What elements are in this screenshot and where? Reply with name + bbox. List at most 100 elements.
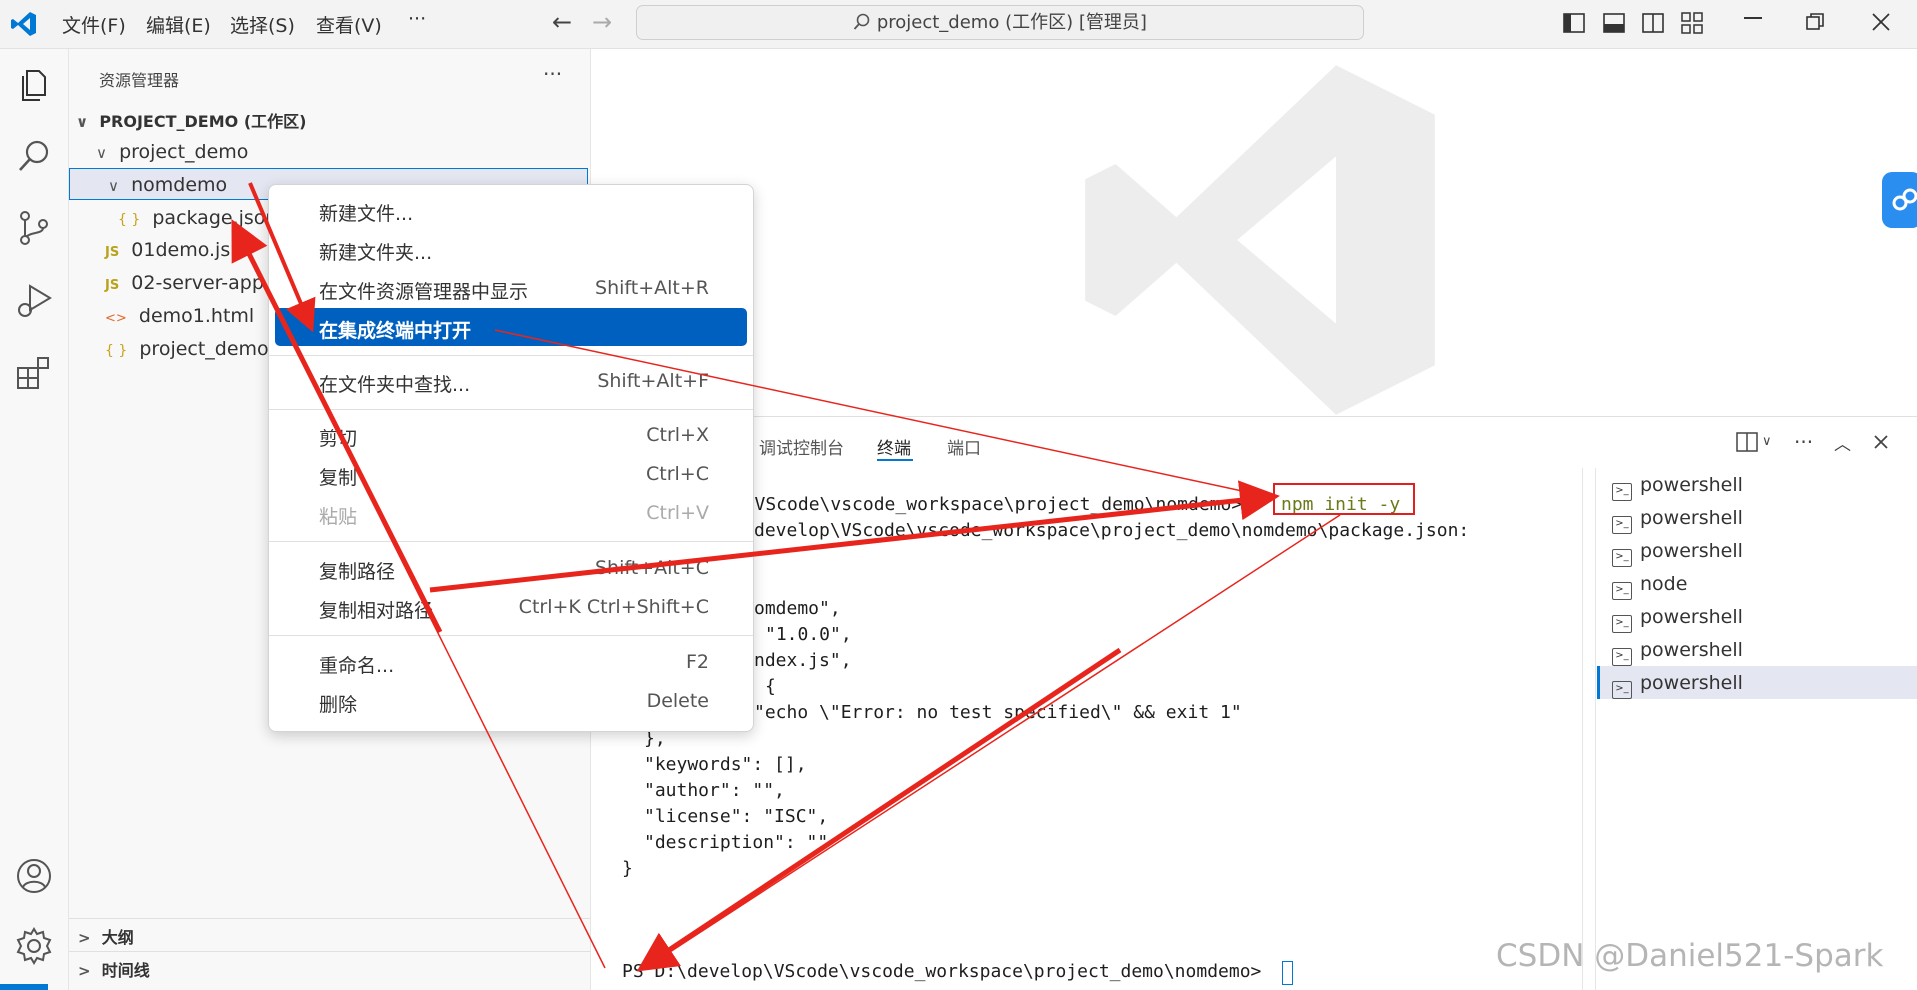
back-arrow-icon[interactable]: ← bbox=[552, 8, 572, 36]
chevron-down-icon: ∨ bbox=[108, 177, 119, 195]
status-bar-remote[interactable] bbox=[0, 984, 48, 990]
divider bbox=[69, 951, 590, 952]
menu-item-rename[interactable]: 重命名... F2 bbox=[275, 643, 747, 681]
chevron-down-icon: ∨ bbox=[96, 144, 107, 162]
window-title: project_demo (工作区) [管理员] bbox=[876, 12, 1147, 33]
menu-item-new-folder[interactable]: 新建文件夹... bbox=[275, 230, 747, 268]
menu-item-copy-relative-path[interactable]: 复制相对路径 Ctrl+K Ctrl+Shift+C bbox=[275, 588, 747, 626]
workspace-root[interactable]: ∨ PROJECT_DEMO (工作区) bbox=[76, 108, 306, 132]
terminal-line: } bbox=[622, 858, 633, 879]
terminal-line: { bbox=[765, 676, 776, 697]
divider bbox=[69, 918, 590, 919]
js-file-icon: JS bbox=[105, 245, 120, 260]
terminal-icon: >_ bbox=[1612, 681, 1632, 699]
settings-gear-icon[interactable] bbox=[12, 924, 56, 968]
context-menu: 新建文件... 新建文件夹... 在文件资源管理器中显示 Shift+Alt+R … bbox=[268, 184, 754, 732]
menu-item-cut[interactable]: 剪切 Ctrl+X bbox=[275, 416, 747, 454]
menu-item-delete[interactable]: 删除 Delete bbox=[275, 682, 747, 720]
file-demo1-html[interactable]: <> demo1.html bbox=[105, 305, 254, 327]
file-package-json[interactable]: { } package.json bbox=[118, 207, 277, 229]
timeline-section[interactable]: > 时间线 bbox=[78, 957, 150, 981]
file-project-demo-workspace[interactable]: { } project_demo.code-workspace bbox=[105, 338, 269, 360]
search-icon bbox=[853, 13, 870, 30]
menu-view[interactable]: 查看(V) bbox=[316, 11, 382, 38]
terminal-line: "echo \"Error: no test specified\" && ex… bbox=[754, 702, 1242, 723]
activity-bar bbox=[0, 49, 69, 990]
toggle-panel-icon[interactable] bbox=[1603, 13, 1625, 33]
terminal-list-item[interactable]: >_ powershell bbox=[1612, 606, 1743, 633]
menu-edit[interactable]: 编辑(E) bbox=[146, 11, 211, 38]
terminal-line: develop\VScode\vscode_workspace\project_… bbox=[754, 520, 1470, 541]
watermark-text: CSDN @Daniel521-Spark bbox=[1496, 938, 1884, 974]
terminal-line: "1.0.0", bbox=[765, 624, 852, 645]
terminal-line: "keywords": [], bbox=[644, 754, 807, 775]
menu-item-open-in-terminal[interactable]: 在集成终端中打开 bbox=[275, 308, 747, 346]
folder-project-demo[interactable]: ∨ project_demo bbox=[96, 141, 248, 163]
search-activity-icon[interactable] bbox=[12, 134, 56, 178]
customize-layout-icon[interactable] bbox=[1681, 12, 1703, 34]
terminal-list-item[interactable]: >_ node bbox=[1612, 573, 1687, 600]
close-window-icon[interactable] bbox=[1872, 13, 1890, 31]
account-icon[interactable] bbox=[12, 854, 56, 898]
terminal-line: op\VScode\vscode_workspace\project_demo\… bbox=[722, 494, 1243, 515]
link-icon bbox=[1892, 188, 1917, 211]
maximize-panel-icon[interactable]: ︿ bbox=[1834, 430, 1851, 455]
terminal-prompt: PS D:\develop\VScode\vscode_workspace\pr… bbox=[622, 961, 1262, 982]
tab-terminal[interactable]: 终端 bbox=[877, 434, 911, 459]
vscode-logo-icon bbox=[11, 12, 36, 36]
close-panel-icon[interactable] bbox=[1874, 435, 1888, 449]
terminal-icon: >_ bbox=[1612, 483, 1632, 501]
floating-assistant-button[interactable] bbox=[1882, 172, 1917, 228]
extensions-icon[interactable] bbox=[12, 350, 56, 394]
tab-ports[interactable]: 端口 bbox=[947, 434, 981, 459]
terminal-icon: >_ bbox=[1612, 648, 1632, 666]
menu-item-find-in-folder[interactable]: 在文件夹中查找... Shift+Alt+F bbox=[275, 362, 747, 400]
menu-file[interactable]: 文件(F) bbox=[62, 11, 126, 38]
menu-separator bbox=[269, 355, 753, 356]
forward-arrow-icon[interactable]: → bbox=[592, 8, 612, 36]
terminal-list-item[interactable]: >_ powershell bbox=[1612, 474, 1743, 501]
panel-border bbox=[591, 416, 1917, 417]
terminal-icon: >_ bbox=[1612, 582, 1632, 600]
restore-icon[interactable] bbox=[1806, 13, 1824, 31]
split-terminal-icon[interactable] bbox=[1736, 432, 1758, 452]
terminal-list-item[interactable]: >_ powershell bbox=[1612, 540, 1743, 567]
folder-nomdemo[interactable]: ∨ nomdemo bbox=[108, 174, 227, 196]
terminal-icon: >_ bbox=[1612, 615, 1632, 633]
outline-section[interactable]: > 大纲 bbox=[78, 924, 134, 948]
terminal-list-selected-indicator bbox=[1597, 666, 1600, 699]
sidebar-more-button[interactable]: ··· bbox=[543, 62, 562, 86]
menu-separator bbox=[269, 541, 753, 542]
file-01demo-js[interactable]: JS 01demo.js bbox=[105, 239, 230, 261]
active-tab-indicator bbox=[877, 459, 913, 461]
command-highlight-box bbox=[1273, 483, 1415, 515]
menu-selection[interactable]: 选择(S) bbox=[230, 11, 295, 38]
run-debug-icon[interactable] bbox=[12, 278, 56, 322]
terminal-scrollbar[interactable] bbox=[1582, 468, 1583, 990]
menu-more[interactable]: ··· bbox=[408, 8, 426, 30]
toggle-sidebar-icon[interactable] bbox=[1563, 13, 1585, 33]
terminal-list-item[interactable]: >_ powershell bbox=[1612, 672, 1743, 699]
terminal-icon: >_ bbox=[1612, 549, 1632, 567]
command-center[interactable]: project_demo (工作区) [管理员] bbox=[636, 5, 1364, 40]
chevron-down-icon[interactable]: ∨ bbox=[1762, 434, 1772, 449]
panel-more-button[interactable]: ··· bbox=[1794, 430, 1813, 454]
file-02-server-app-js[interactable]: JS 02-server-app.js bbox=[105, 272, 269, 294]
terminal-list-item[interactable]: >_ powershell bbox=[1612, 639, 1743, 666]
js-file-icon: JS bbox=[105, 278, 120, 293]
minimize-icon[interactable] bbox=[1744, 17, 1762, 19]
menu-item-reveal-in-explorer[interactable]: 在文件资源管理器中显示 Shift+Alt+R bbox=[275, 269, 747, 307]
toggle-secondary-sidebar-icon[interactable] bbox=[1642, 13, 1664, 33]
source-control-icon[interactable] bbox=[12, 206, 56, 250]
menu-item-copy-path[interactable]: 复制路径 Shift+Alt+C bbox=[275, 549, 747, 587]
explorer-icon[interactable] bbox=[12, 62, 56, 106]
menu-item-copy[interactable]: 复制 Ctrl+C bbox=[275, 455, 747, 493]
menu-item-new-file[interactable]: 新建文件... bbox=[275, 191, 747, 229]
menu-separator bbox=[269, 635, 753, 636]
terminal-list-item[interactable]: >_ powershell bbox=[1612, 507, 1743, 534]
terminal-line: "license": "ISC", bbox=[644, 806, 829, 827]
tab-debug-console[interactable]: 调试控制台 bbox=[759, 434, 844, 459]
title-bar: 文件(F) 编辑(E) 选择(S) 查看(V) ··· ← → project_… bbox=[0, 0, 1917, 49]
sidebar-title: 资源管理器 bbox=[99, 71, 180, 90]
menu-item-paste: 粘贴 Ctrl+V bbox=[319, 502, 709, 528]
